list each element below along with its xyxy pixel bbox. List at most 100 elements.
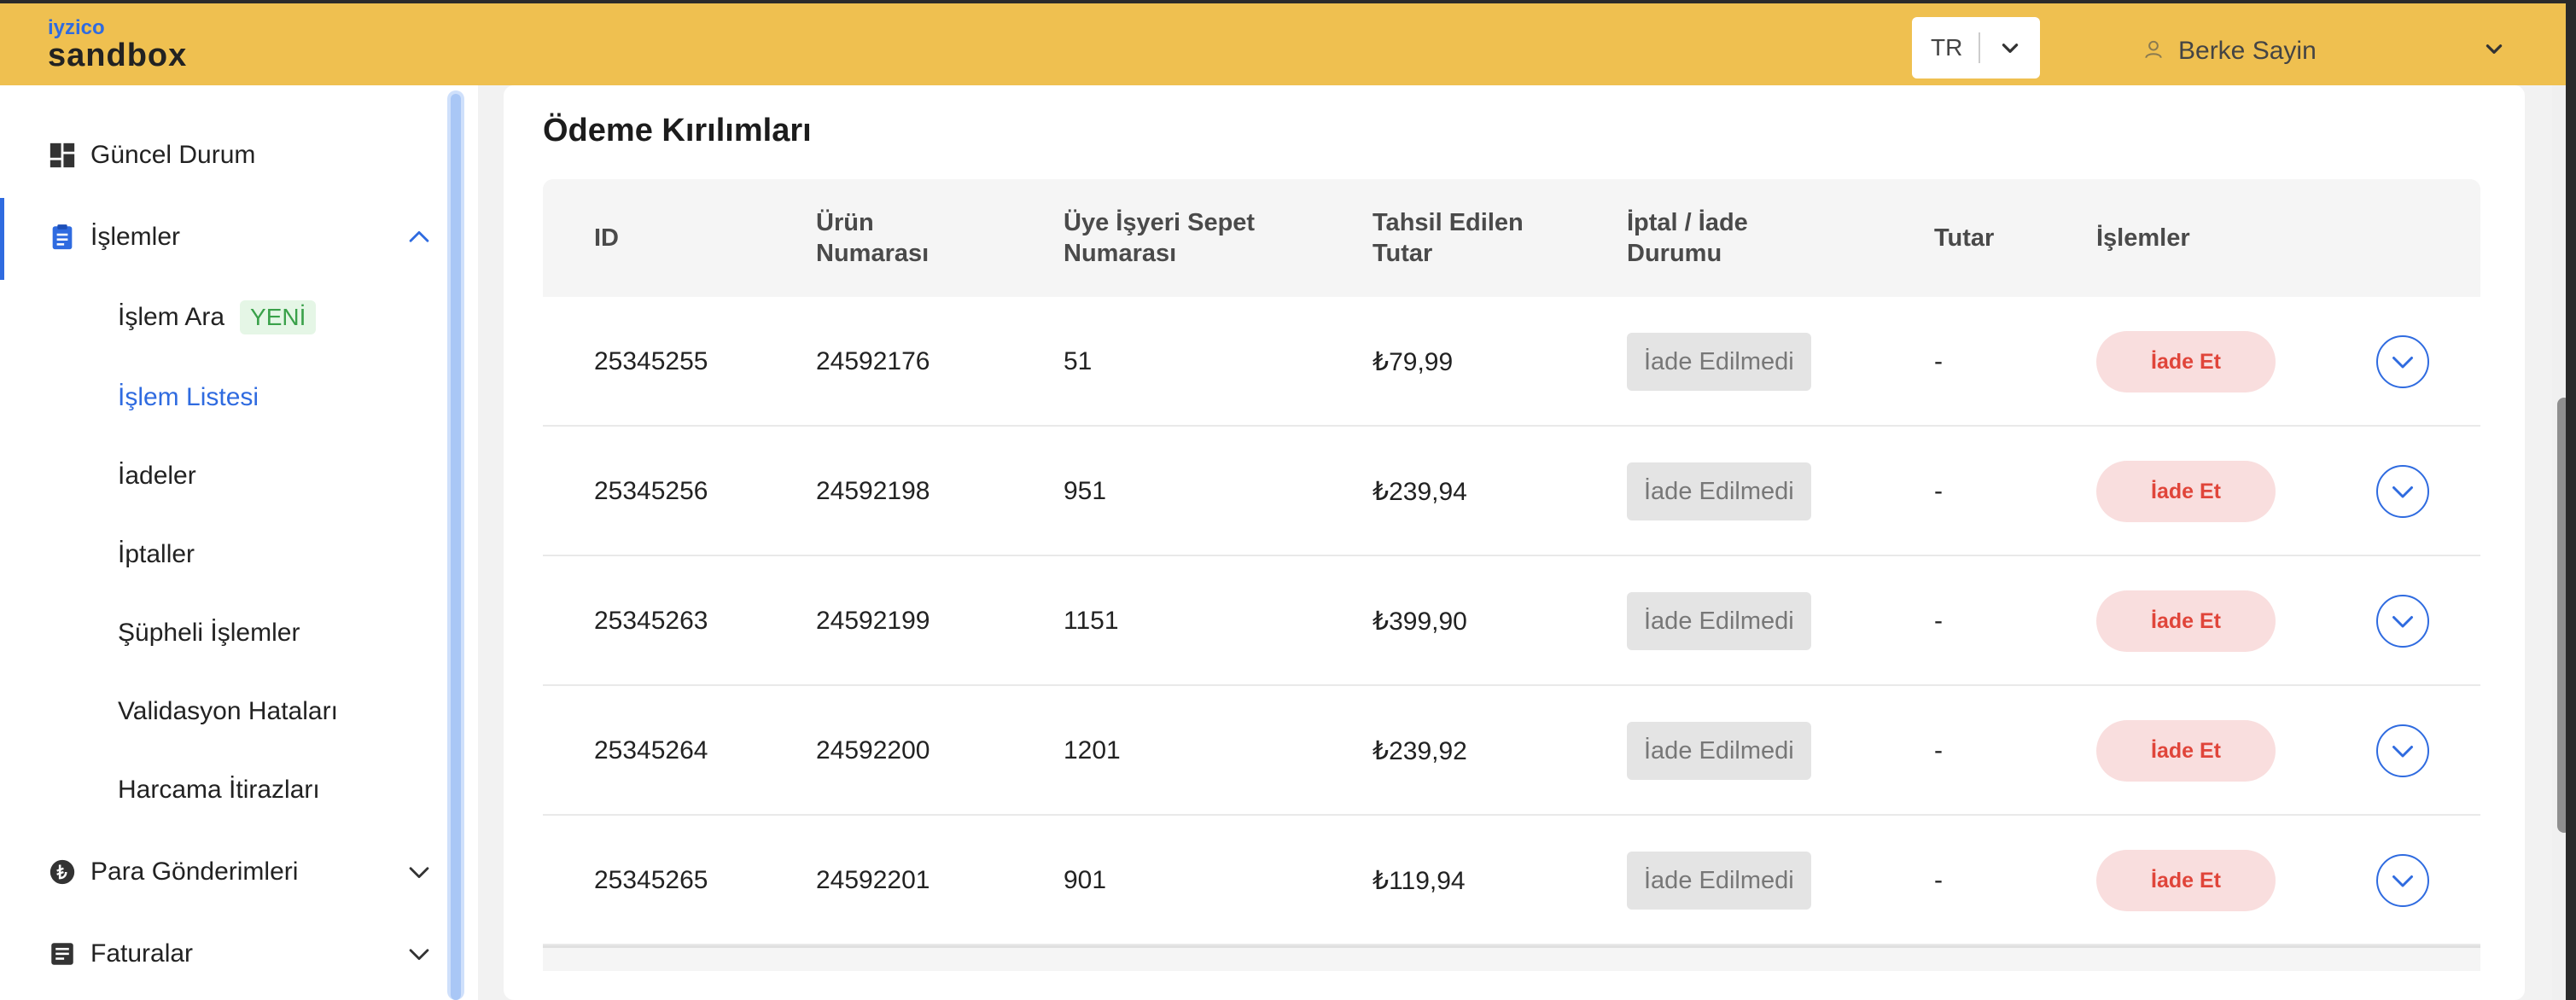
user-name: Berke Sayin <box>2178 37 2317 65</box>
clipboard-icon <box>48 223 77 252</box>
column-header-product: Ürün Numarası <box>816 209 930 267</box>
user-menu[interactable]: Berke Sayin <box>2142 17 2505 85</box>
sidebar-subitem-label: İşlem Ara <box>118 303 225 331</box>
cell-expand <box>2376 297 2429 427</box>
status-badge: İade Edilmedi <box>1627 462 1811 520</box>
chevron-down-icon <box>2392 486 2413 498</box>
table-header: ID Ürün Numarası Üye İşyeri Sepet Numarası… <box>543 179 2480 297</box>
sidebar-subitem-islem-ara[interactable]: İşlem Ara YENİ <box>118 300 317 334</box>
chevron-down-icon[interactable] <box>1980 37 2040 59</box>
cell-amount: - <box>1934 347 1943 375</box>
sidebar-subitem-label: İptaller <box>118 540 195 568</box>
cell-collected-amount: ₺119,94 <box>1373 866 1466 895</box>
sidebar-subitem-supheli-islemler[interactable]: Şüpheli İşlemler <box>118 616 300 650</box>
language-selector[interactable]: TR <box>1912 17 2040 78</box>
cell-id: 25345263 <box>594 607 708 635</box>
cell-amount: - <box>1934 736 1943 765</box>
cell-status: İade Edilmedi <box>1627 427 1811 556</box>
invoice-icon <box>48 939 77 968</box>
new-badge: YENİ <box>240 300 317 334</box>
sidebar-subitem-harcama-itirazlari[interactable]: Harcama İtirazları <box>118 773 320 807</box>
sidebar-scrollbar-thumb[interactable] <box>451 94 461 1000</box>
chevron-down-icon[interactable] <box>405 939 434 968</box>
dashboard-icon <box>48 141 77 170</box>
expand-row-button[interactable] <box>2376 724 2429 777</box>
cell-basket-number: 901 <box>1064 866 1107 894</box>
expand-row-button[interactable] <box>2376 854 2429 907</box>
sidebar-item-label: Faturalar <box>90 939 194 968</box>
logo-brand-text: iyzico <box>48 16 105 39</box>
cell-status: İade Edilmedi <box>1627 816 1811 945</box>
column-header-collected: Tahsil Edilen Tutar <box>1373 209 1524 267</box>
column-header-status: İptal / İade Durumu <box>1627 209 1748 267</box>
sidebar-item-faturalar[interactable]: Faturalar <box>0 933 444 974</box>
sidebar-subitem-label: İşlem Listesi <box>118 383 259 411</box>
cell-id: 25345264 <box>594 736 708 765</box>
chevron-up-icon[interactable] <box>405 223 434 252</box>
expand-row-button[interactable] <box>2376 335 2429 388</box>
sidebar-subitem-islem-listesi[interactable]: İşlem Listesi <box>118 381 259 415</box>
sidebar-subitem-label: Harcama İtirazları <box>118 776 320 804</box>
cell-basket-number: 51 <box>1064 347 1093 375</box>
cell-basket-number: 951 <box>1064 477 1107 505</box>
chevron-down-icon <box>2392 616 2413 628</box>
cell-status: İade Edilmedi <box>1627 556 1811 686</box>
cell-amount: - <box>1934 866 1943 894</box>
cell-expand <box>2376 686 2429 816</box>
refund-button[interactable]: İade Et <box>2096 590 2276 652</box>
table-row: 25345255 24592176 51 ₺79,99 İade Edilmed… <box>543 297 2480 427</box>
sidebar-item-label: Güncel Durum <box>90 141 256 169</box>
sidebar-item-label: Para Gönderimleri <box>90 858 299 886</box>
cell-actions: İade Et <box>2096 297 2276 427</box>
expand-row-button[interactable] <box>2376 595 2429 648</box>
cell-expand <box>2376 556 2429 686</box>
sidebar-subitem-iadeler[interactable]: İadeler <box>118 459 196 493</box>
window-edge <box>2566 0 2576 1000</box>
expand-row-button[interactable] <box>2376 465 2429 518</box>
chevron-down-icon[interactable] <box>405 858 434 887</box>
column-header-basket: Üye İşyeri Sepet Numarası <box>1064 209 1256 267</box>
cell-product-number: 24592176 <box>816 347 930 375</box>
cell-product-number: 24592200 <box>816 736 930 765</box>
table-row: 25345263 24592199 1151 ₺399,90 İade Edil… <box>543 556 2480 686</box>
refund-button[interactable]: İade Et <box>2096 331 2276 392</box>
column-header-actions: İşlemler <box>2096 224 2190 252</box>
column-header-amount: Tutar <box>1934 224 1995 252</box>
lira-coin-icon <box>48 858 77 887</box>
cell-product-number: 24592199 <box>816 607 930 635</box>
chevron-down-icon[interactable] <box>2483 38 2505 64</box>
cell-product-number: 24592201 <box>816 866 930 894</box>
sidebar-subitem-label: Şüpheli İşlemler <box>118 619 300 647</box>
cell-actions: İade Et <box>2096 556 2276 686</box>
cell-id: 25345255 <box>594 347 708 375</box>
table-footer <box>543 945 2480 971</box>
cell-actions: İade Et <box>2096 686 2276 816</box>
cell-actions: İade Et <box>2096 427 2276 556</box>
cell-product-number: 24592198 <box>816 477 930 505</box>
refund-button[interactable]: İade Et <box>2096 461 2276 522</box>
status-badge: İade Edilmedi <box>1627 722 1811 780</box>
cell-expand <box>2376 427 2429 556</box>
sidebar-item-para-gonderimleri[interactable]: Para Gönderimleri <box>0 852 444 892</box>
sidebar-item-guncel-durum[interactable]: Güncel Durum <box>0 135 444 176</box>
user-icon <box>2142 38 2165 65</box>
top-header: iyzico sandbox TR Berke Sayin <box>0 0 2576 85</box>
chevron-down-icon <box>2392 875 2413 887</box>
refund-button[interactable]: İade Et <box>2096 720 2276 782</box>
cell-collected-amount: ₺239,94 <box>1373 477 1467 506</box>
status-badge: İade Edilmedi <box>1627 852 1811 910</box>
status-badge: İade Edilmedi <box>1627 592 1811 650</box>
cell-collected-amount: ₺79,99 <box>1373 347 1454 376</box>
sidebar-item-islemler[interactable]: İşlemler <box>0 217 444 258</box>
sidebar-subitem-validasyon-hatalari[interactable]: Validasyon Hataları <box>118 695 338 729</box>
page-title: Ödeme Kırılımları <box>543 113 812 148</box>
chevron-down-icon <box>2392 746 2413 758</box>
cell-expand <box>2376 816 2429 945</box>
language-value: TR <box>1931 34 1963 61</box>
chevron-down-icon <box>2392 357 2413 369</box>
iyzico-sandbox-logo[interactable]: iyzico sandbox <box>48 16 187 73</box>
refund-button[interactable]: İade Et <box>2096 850 2276 911</box>
sidebar-subitem-label: İadeler <box>118 462 196 490</box>
cell-collected-amount: ₺239,92 <box>1373 736 1467 765</box>
sidebar-subitem-iptaller[interactable]: İptaller <box>118 538 195 572</box>
